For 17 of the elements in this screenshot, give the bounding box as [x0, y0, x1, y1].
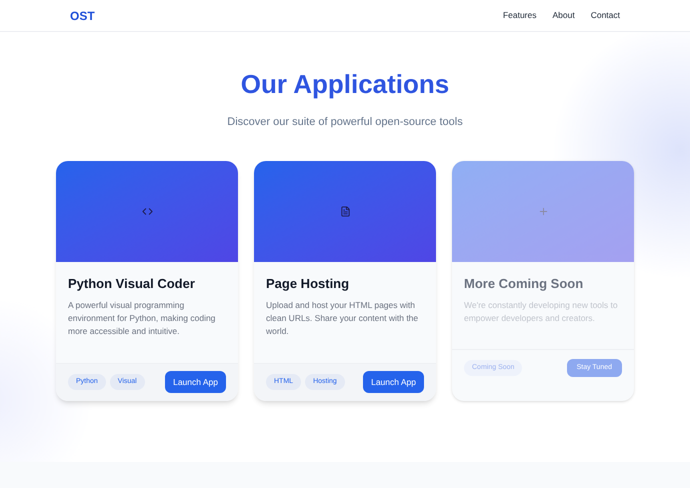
page-heading: Our Applications: [240, 68, 450, 101]
card-title: More Coming Soon: [464, 274, 584, 293]
page-subtitle: Discover our suite of powerful open-source tools: [227, 115, 463, 130]
nav-link[interactable]: Features: [502, 9, 536, 22]
launch-app-button[interactable]: Launch App: [165, 370, 226, 394]
plus-icon: [538, 206, 548, 216]
nav-link[interactable]: About: [552, 9, 575, 22]
document-icon: [340, 206, 350, 216]
card-description: A powerful visual programming environment for Python, making coding more accessible and intuitive.: [68, 299, 216, 338]
card-description: We're constantly developing new tools to empower developers and creators.: [464, 299, 619, 325]
logo[interactable]: OST: [70, 6, 95, 24]
card-title: Python Visual Coder: [68, 274, 196, 293]
card-description: Upload and host your HTML pages with clean URLs. Share your content with the world.: [266, 299, 420, 338]
launch-app-button[interactable]: Launch App: [363, 370, 424, 394]
code-icon: [142, 206, 152, 216]
card-title: Page Hosting: [266, 274, 350, 293]
nav-link[interactable]: Contact: [590, 9, 620, 22]
